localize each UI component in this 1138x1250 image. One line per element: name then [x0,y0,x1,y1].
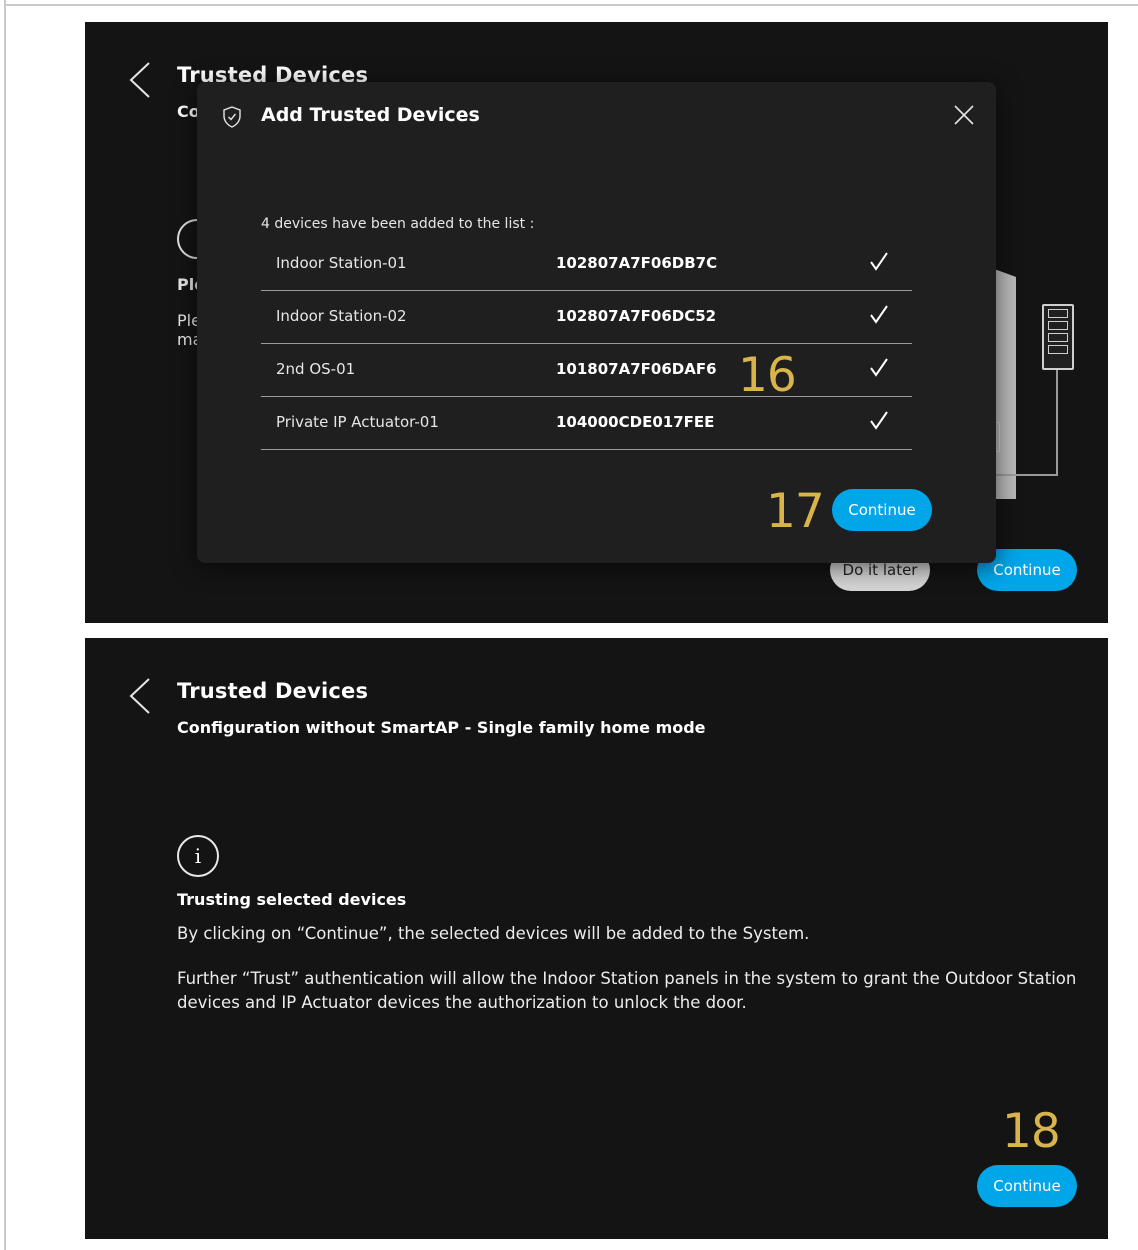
section-heading: Trusting selected devices [177,890,407,909]
list-item: Private IP Actuator-01 104000CDE017FEE [261,397,912,450]
info-icon: i [177,835,219,877]
continue-button[interactable]: Continue [977,1165,1077,1207]
device-id: 102807A7F06DB7C [556,254,718,272]
checkmark-icon [870,411,888,430]
checkmark-icon [870,252,888,271]
chevron-left-icon [129,678,150,714]
checkmark-icon [870,305,888,324]
list-item: Indoor Station-02 102807A7F06DC52 [261,291,912,344]
device-name: 2nd OS-01 [276,360,356,378]
device-id: 104000CDE017FEE [556,413,715,431]
shield-check-icon [223,106,241,128]
device-list: Indoor Station-01 102807A7F06DB7C Indoor… [261,238,912,450]
dialog-title: Add Trusted Devices [261,104,480,126]
frame-border-top [4,4,1138,6]
step-marker-17: 17 [766,484,825,539]
step-marker-16: 16 [738,348,797,403]
device-id: 102807A7F06DC52 [556,307,717,325]
page-title: Trusted Devices [177,679,369,703]
devices-added-message: 4 devices have been added to the list : [261,216,535,232]
add-trusted-devices-dialog: Add Trusted Devices 4 devices have been … [197,82,996,563]
device-id: 101807A7F06DAF6 [556,360,717,378]
list-item: 2nd OS-01 101807A7F06DAF6 [261,344,912,397]
step-marker-18: 18 [1002,1104,1061,1159]
back-button[interactable] [127,676,153,716]
device-name: Indoor Station-01 [276,254,407,272]
checkmark-icon [870,358,888,377]
close-icon[interactable] [953,104,975,126]
screen-trusting-selected-devices: Trusted Devices Configuration without Sm… [85,638,1108,1239]
paragraph-1: By clicking on “Continue”, the selected … [177,924,810,943]
list-item: Indoor Station-01 102807A7F06DB7C [261,238,912,291]
dialog-continue-button[interactable]: Continue [832,489,932,531]
page-subtitle: Configuration without SmartAP - Single f… [177,718,706,737]
screen-add-trusted-devices: Trusted Devices Co Ple Ple ma Do it late… [85,22,1108,623]
paragraph-2: Further “Trust” authentication will allo… [177,969,1077,1012]
frame-border-left [4,0,6,1250]
device-name: Private IP Actuator-01 [276,413,439,431]
device-name: Indoor Station-02 [276,307,407,325]
